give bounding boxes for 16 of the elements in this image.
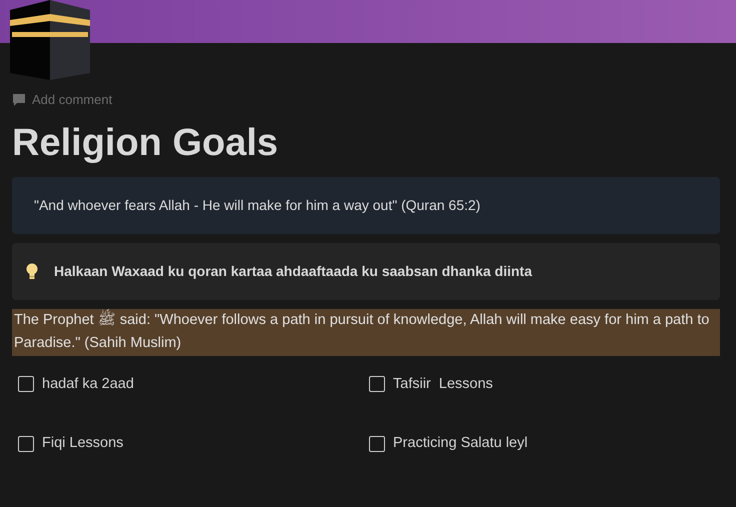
checkbox[interactable]	[369, 436, 385, 452]
todo-label: Tafsiir Lessons	[393, 374, 493, 394]
quote-callout: "And whoever fears Allah - He will make for him a way out" (Quran 65:2)	[12, 177, 720, 234]
lightbulb-icon	[26, 262, 38, 281]
checkbox[interactable]	[18, 376, 34, 392]
add-comment-link[interactable]: Add comment	[32, 90, 112, 110]
highlighted-quote: The Prophet ﷺ said: "Whoever follows a path in pursuit of knowledge, Allah will make easy for him a path to Paradise." (Sahih Muslim)	[12, 309, 720, 356]
checkbox[interactable]	[18, 436, 34, 452]
comment-icon	[12, 92, 26, 107]
todo-label: Fiqi Lessons	[42, 434, 124, 454]
todo-label: Practicing Salatu leyl	[393, 434, 528, 454]
checkbox[interactable]	[369, 376, 385, 392]
page-title: Religion Goals	[12, 122, 280, 166]
kaaba-icon	[10, 0, 90, 80]
todo-label: hadaf ka 2aad	[42, 374, 134, 394]
callout-text: Halkaan Waxaad ku qoran kartaa ahdaaftaada ku saabsan dhanka diinta	[54, 262, 532, 282]
